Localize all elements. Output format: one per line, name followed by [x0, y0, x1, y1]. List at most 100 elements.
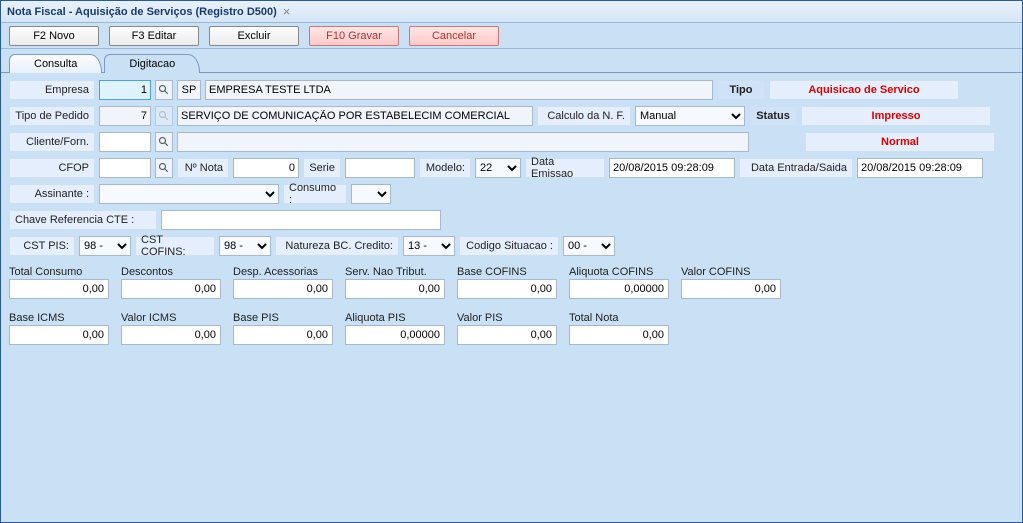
- consumo-select[interactable]: [351, 184, 391, 204]
- status-tipo: Aquisicao de Servico: [769, 80, 959, 100]
- label-serie: Serie: [303, 158, 341, 178]
- total-label: Serv. Nao Tribut.: [345, 265, 445, 279]
- editar-button[interactable]: F3 Editar: [109, 26, 199, 46]
- label-tipo-head: Tipo: [717, 80, 765, 100]
- total-input[interactable]: [345, 279, 445, 299]
- total-label: Descontos: [121, 265, 221, 279]
- total-label: Base ICMS: [9, 311, 109, 325]
- total-item: Valor PIS: [457, 311, 557, 345]
- total-input[interactable]: [569, 325, 669, 345]
- cst-cofins-select[interactable]: 98 -: [219, 236, 271, 256]
- novo-button[interactable]: F2 Novo: [9, 26, 99, 46]
- label-natureza-bc: Natureza BC. Credito:: [275, 236, 399, 256]
- window-root: Nota Fiscal - Aquisição de Serviços (Reg…: [0, 0, 1023, 523]
- cst-pis-select[interactable]: 98 -: [79, 236, 131, 256]
- total-label: Valor PIS: [457, 311, 557, 325]
- total-input[interactable]: [457, 325, 557, 345]
- label-num-nota: Nº Nota: [177, 158, 229, 178]
- form-area: Empresa Tipo Aquisicao de Servico Tipo d…: [1, 73, 1022, 351]
- total-label: Base COFINS: [457, 265, 557, 279]
- empresa-uf: [177, 80, 201, 100]
- status-value: Impresso: [801, 106, 991, 126]
- label-assinante: Assinante :: [9, 184, 95, 204]
- total-item: Base COFINS: [457, 265, 557, 299]
- calculo-nf-select[interactable]: Manual: [635, 106, 745, 126]
- total-label: Total Consumo: [9, 265, 109, 279]
- label-chave-ref: Chave Referencia CTE :: [9, 210, 157, 230]
- total-label: Aliquota COFINS: [569, 265, 669, 279]
- label-tipo-pedido: Tipo de Pedido: [9, 106, 95, 126]
- total-label: Total Nota: [569, 311, 669, 325]
- label-codigo-situacao: Codigo Situacao :: [459, 236, 559, 256]
- window-title: Nota Fiscal - Aquisição de Serviços (Reg…: [7, 6, 277, 18]
- label-cliente: Cliente/Forn.: [9, 132, 95, 152]
- total-item: Base PIS: [233, 311, 333, 345]
- total-item: Desp. Acessorias: [233, 265, 333, 299]
- tab-consulta[interactable]: Consulta: [9, 54, 102, 73]
- toolbar: F2 Novo F3 Editar Excluir F10 Gravar Can…: [1, 23, 1022, 49]
- assinante-select[interactable]: [99, 184, 279, 204]
- total-input[interactable]: [681, 279, 781, 299]
- tipo-pedido-id: [99, 106, 151, 126]
- empresa-nome: [205, 80, 713, 100]
- row-empresa: Empresa Tipo Aquisicao de Servico: [9, 79, 1014, 101]
- total-input[interactable]: [233, 279, 333, 299]
- excluir-button[interactable]: Excluir: [209, 26, 299, 46]
- total-item: Aliquota COFINS: [569, 265, 669, 299]
- total-label: Valor ICMS: [121, 311, 221, 325]
- label-cst-cofins: CST COFINS:: [135, 236, 215, 256]
- label-calculo-nf: Calculo da N. F.: [537, 106, 631, 126]
- total-label: Base PIS: [233, 311, 333, 325]
- total-label: Aliquota PIS: [345, 311, 445, 325]
- total-input[interactable]: [233, 325, 333, 345]
- total-input[interactable]: [457, 279, 557, 299]
- row-assinante: Assinante : Consumo :: [9, 183, 1014, 205]
- tipo-pedido-desc: [177, 106, 533, 126]
- codigo-situacao-select[interactable]: 00 -: [563, 236, 615, 256]
- empresa-lookup-icon[interactable]: [155, 80, 173, 100]
- total-item: Total Consumo: [9, 265, 109, 299]
- cfop-lookup-icon[interactable]: [155, 158, 173, 178]
- label-consumo: Consumo :: [283, 184, 347, 204]
- total-item: Serv. Nao Tribut.: [345, 265, 445, 299]
- serie-input[interactable]: [345, 158, 415, 178]
- num-nota-input[interactable]: [233, 158, 299, 178]
- close-icon[interactable]: ×: [283, 4, 291, 19]
- total-input[interactable]: [9, 325, 109, 345]
- data-emissao-input[interactable]: [609, 158, 735, 178]
- total-input[interactable]: [121, 279, 221, 299]
- cliente-lookup-icon[interactable]: [155, 132, 173, 152]
- row-cfop: CFOP Nº Nota Serie Modelo: 22 Data Emiss…: [9, 157, 1014, 179]
- total-input[interactable]: [569, 279, 669, 299]
- total-label: Valor COFINS: [681, 265, 781, 279]
- cancelar-button[interactable]: Cancelar: [409, 26, 499, 46]
- label-status-head: Status: [749, 106, 797, 126]
- status-obs: Normal: [805, 132, 995, 152]
- total-label: Desp. Acessorias: [233, 265, 333, 279]
- cliente-id-input[interactable]: [99, 132, 151, 152]
- totals-area: Total Consumo Descontos Desp. Acessorias Se…: [9, 265, 1014, 345]
- data-entrada-input[interactable]: [857, 158, 983, 178]
- modelo-select[interactable]: 22: [475, 158, 521, 178]
- label-empresa: Empresa: [9, 80, 95, 100]
- tab-digitacao[interactable]: Digitacao: [104, 54, 200, 73]
- total-input[interactable]: [345, 325, 445, 345]
- cfop-input[interactable]: [99, 158, 151, 178]
- total-input[interactable]: [9, 279, 109, 299]
- gravar-button[interactable]: F10 Gravar: [309, 26, 399, 46]
- total-input[interactable]: [121, 325, 221, 345]
- natureza-bc-select[interactable]: 13 -: [403, 236, 455, 256]
- label-cst-pis: CST PIS:: [9, 236, 75, 256]
- total-item: Total Nota: [569, 311, 669, 345]
- total-item: Aliquota PIS: [345, 311, 445, 345]
- chave-ref-input[interactable]: [161, 210, 441, 230]
- label-data-entrada: Data Entrada/Saida: [739, 158, 853, 178]
- label-data-emissao: Data Emissao: [525, 158, 605, 178]
- row-cst: CST PIS: 98 - CST COFINS: 98 - Natureza …: [9, 235, 1014, 257]
- label-modelo: Modelo:: [419, 158, 471, 178]
- row-cliente: Cliente/Forn. Normal: [9, 131, 1014, 153]
- total-item: Descontos: [121, 265, 221, 299]
- total-item: Base ICMS: [9, 311, 109, 345]
- row-tipo-pedido: Tipo de Pedido Calculo da N. F. Manual S…: [9, 105, 1014, 127]
- empresa-id-input[interactable]: [99, 80, 151, 100]
